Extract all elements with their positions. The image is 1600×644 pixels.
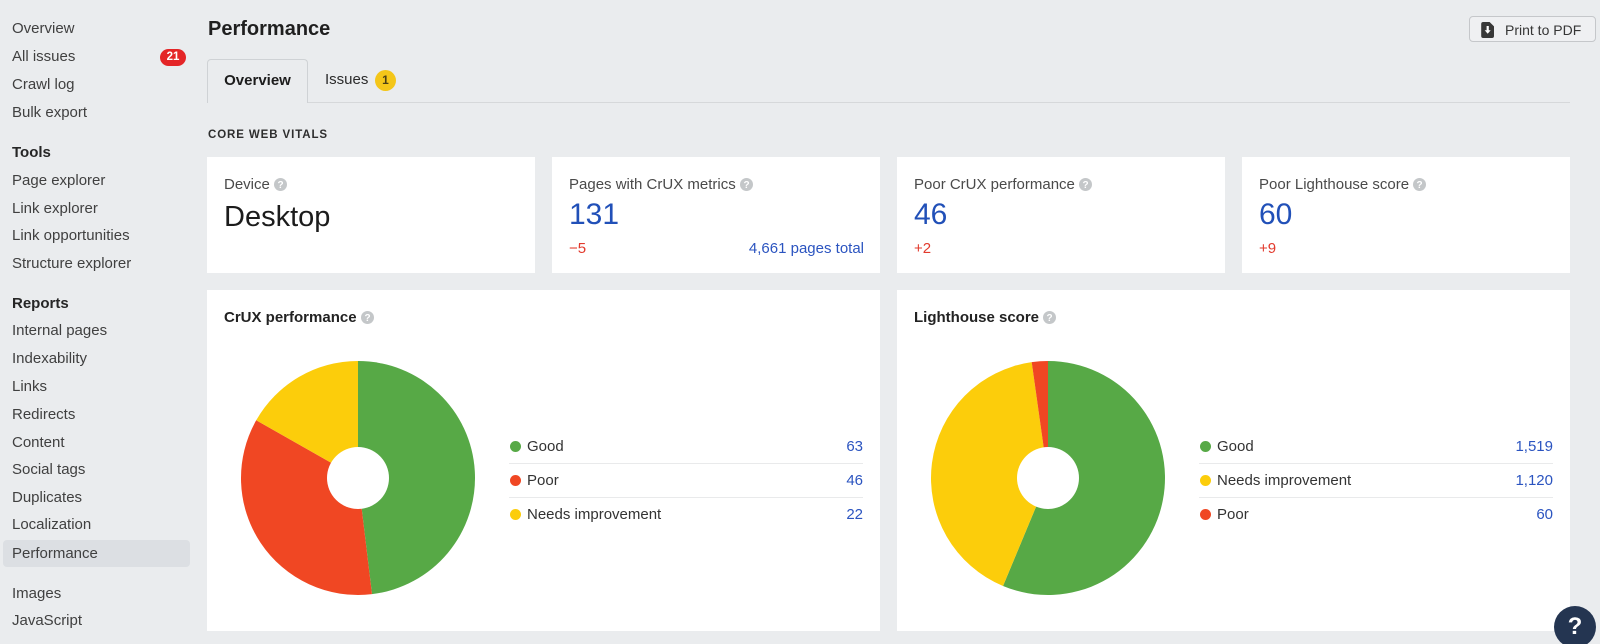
svg-text:?: ? xyxy=(277,180,283,191)
svg-text:?: ? xyxy=(743,180,749,191)
svg-text:?: ? xyxy=(1083,180,1089,191)
svg-text:?: ? xyxy=(1417,180,1423,191)
